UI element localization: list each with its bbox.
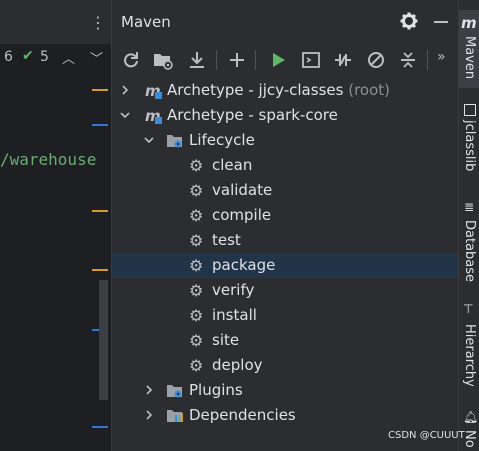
tree-item-label: Lifecycle [189, 131, 255, 149]
gear-icon: ⚙ [189, 281, 204, 300]
tab-database[interactable]: ≣ Database [459, 198, 479, 288]
hide-panel-icon[interactable] [434, 21, 448, 23]
gear-icon: ⚙ [189, 181, 204, 200]
tree-item-dependencies[interactable]: Dependencies [112, 403, 458, 428]
gear-icon: ⚙ [189, 306, 204, 325]
tree-item-lifecycle[interactable]: Lifecycle [112, 128, 458, 153]
tab-jclasslib[interactable]: jclasslib [459, 100, 479, 190]
editor-pane: ⋮ 6 ✔ 5 ︿ ﹀ /warehouse [0, 0, 111, 451]
toolbar-separator [427, 50, 428, 70]
tab-hierarchy[interactable]: ⊤ Hierarchy [459, 300, 479, 395]
more-options-icon[interactable]: ⋮ [90, 13, 106, 33]
toolbar-separator [255, 50, 256, 70]
plus-icon[interactable] [226, 49, 248, 71]
execute-goal-icon[interactable] [300, 49, 322, 71]
tree-item-jjcy-classes[interactable]: m Archetype - jjcy-classes (root) [112, 78, 458, 103]
maven-toolbar: » [112, 44, 458, 74]
tree-item-label: verify [212, 281, 255, 299]
tab-label: Hierarchy [462, 324, 477, 387]
jclasslib-icon [464, 104, 476, 116]
warnings-count[interactable]: 6 [4, 49, 13, 65]
right-tool-stripe: m Maven jclasslib ≣ Database ⊤ Hierarchy… [458, 0, 479, 451]
checkmark-icon: ✔ [22, 48, 34, 64]
toggle-offline-icon[interactable] [332, 49, 354, 71]
editor-scrollbar[interactable] [99, 280, 108, 400]
tree-item-label: clean [212, 156, 253, 174]
gear-icon: ⚙ [189, 156, 204, 175]
tree-item-label: Plugins [189, 381, 243, 399]
chevron-down-icon[interactable] [144, 135, 154, 145]
tree-item-label: Archetype - jjcy-classes [167, 81, 344, 99]
chevron-down-icon[interactable] [120, 110, 130, 120]
maven-tool-window: Maven » m Archetype - jjcy-classes (root… [111, 0, 458, 451]
tree-item-label: package [212, 256, 276, 274]
chevron-right-icon[interactable] [144, 385, 154, 395]
maven-module-icon: m [145, 107, 162, 124]
gutter-marker-changed[interactable] [92, 124, 108, 126]
tree-item-plugins[interactable]: Plugins [112, 378, 458, 403]
download-icon[interactable] [186, 49, 208, 71]
hierarchy-icon: ⊤ [463, 302, 474, 316]
tree-item-spark-core[interactable]: m Archetype - spark-core [112, 103, 458, 128]
tree-item-label: Dependencies [189, 406, 296, 424]
plugins-folder-icon [167, 385, 182, 398]
tree-item-goal-deploy[interactable]: ⚙ deploy [112, 353, 458, 378]
editor-tab-bar: ⋮ [0, 0, 111, 44]
ok-count[interactable]: 5 [40, 49, 49, 65]
gear-icon: ⚙ [189, 356, 204, 375]
tree-item-suffix: (root) [348, 81, 390, 99]
tree-item-label: validate [212, 181, 273, 199]
tree-item-label: compile [212, 206, 272, 224]
gear-icon: ⚙ [189, 231, 204, 250]
tree-item-goal-validate[interactable]: ⚙ validate [112, 178, 458, 203]
gear-icon: ⚙ [189, 206, 204, 225]
reload-icon[interactable] [120, 49, 142, 71]
tree-item-goal-install[interactable]: ⚙ install [112, 303, 458, 328]
tree-item-goal-package[interactable]: ⚙ package [112, 253, 458, 278]
gutter-marker-modified[interactable] [92, 269, 108, 271]
tree-item-label: site [212, 331, 240, 349]
inspection-counters: 6 ✔ 5 ︿ ﹀ [0, 44, 111, 72]
chevron-down-icon[interactable]: ﹀ [90, 48, 103, 67]
settings-gear-icon[interactable] [400, 12, 418, 30]
database-icon: ≣ [464, 200, 475, 214]
tab-maven[interactable]: m Maven [459, 10, 479, 88]
more-icon[interactable]: » [437, 49, 446, 65]
maven-module-icon: m [145, 82, 162, 99]
maven-icon: m [461, 14, 477, 32]
gutter-marker-changed[interactable] [92, 426, 108, 428]
tab-label: jclasslib [462, 120, 477, 172]
toolbar-separator [216, 50, 217, 70]
lifecycle-folder-icon [167, 135, 182, 148]
tree-item-goal-test[interactable]: ⚙ test [112, 228, 458, 253]
chevron-up-icon[interactable]: ︿ [62, 48, 75, 67]
gear-icon: ⚙ [189, 256, 204, 275]
tree-item-goal-clean[interactable]: ⚙ clean [112, 153, 458, 178]
bell-icon: 🔔︎ [463, 410, 479, 424]
collapse-all-icon[interactable] [397, 49, 419, 71]
code-line[interactable]: /warehouse [0, 150, 96, 169]
skip-tests-icon[interactable] [365, 49, 387, 71]
tab-label: Maven [462, 36, 477, 80]
watermark: CSDN @CUUUT [388, 430, 465, 441]
tree-item-goal-compile[interactable]: ⚙ compile [112, 203, 458, 228]
tree-item-label: Archetype - spark-core [167, 106, 338, 124]
run-icon[interactable] [267, 49, 289, 71]
gear-icon: ⚙ [189, 331, 204, 350]
tree-item-goal-verify[interactable]: ⚙ verify [112, 278, 458, 303]
gutter-marker-modified[interactable] [92, 89, 108, 91]
tree-item-label: test [212, 231, 241, 249]
panel-title: Maven [121, 13, 171, 31]
tree-item-goal-site[interactable]: ⚙ site [112, 328, 458, 353]
tree-item-label: install [212, 306, 257, 324]
dependencies-folder-icon [167, 410, 183, 422]
tab-label: Database [462, 220, 477, 283]
chevron-right-icon[interactable] [144, 410, 154, 420]
add-folder-icon[interactable] [152, 49, 174, 71]
tree-item-label: deploy [212, 356, 263, 374]
chevron-right-icon[interactable] [120, 85, 130, 95]
gutter-marker-modified[interactable] [92, 210, 108, 212]
